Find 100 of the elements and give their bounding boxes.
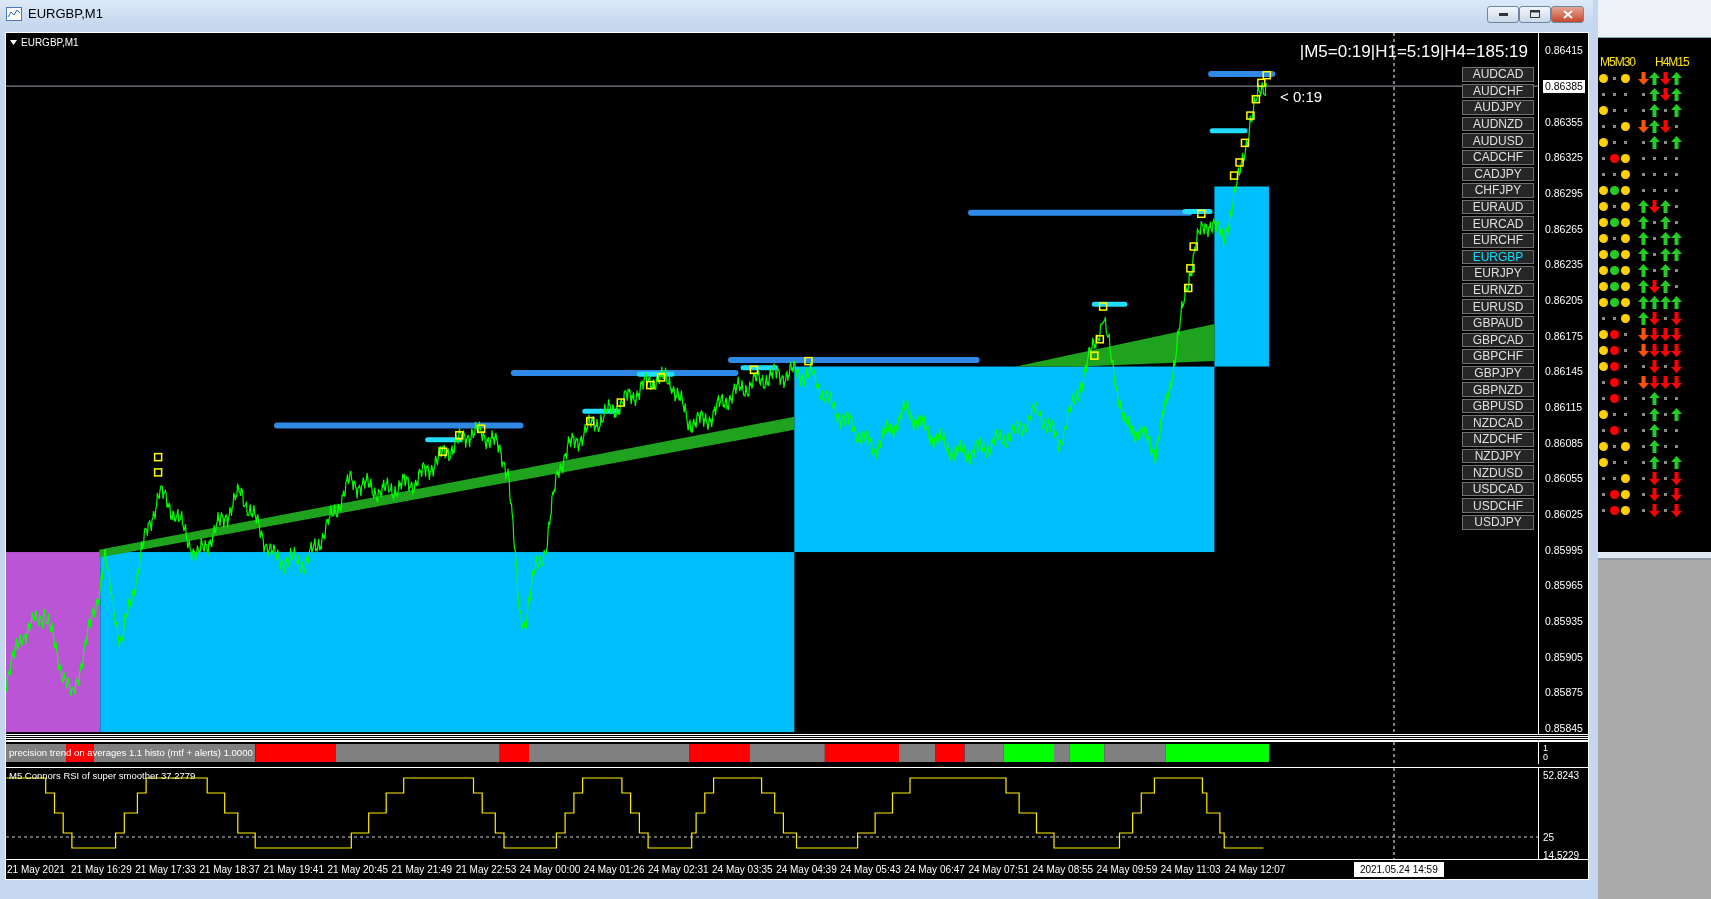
time-label: 21 May 18:37: [198, 863, 261, 877]
symbol-button[interactable]: EURNZD: [1462, 282, 1534, 298]
time-label: 21 May 17:33: [134, 863, 197, 877]
symbol-button[interactable]: EURCHF: [1462, 232, 1534, 248]
symbol-button[interactable]: GBPCHF: [1462, 349, 1534, 364]
crosshair-line: [1393, 742, 1395, 764]
symbol-button[interactable]: GBPJPY: [1462, 365, 1534, 381]
price-tick-label: 0.86175: [1544, 329, 1584, 343]
column-header: M5M30: [1600, 54, 1635, 70]
symbol-button[interactable]: AUDCHF: [1462, 83, 1534, 99]
time-label: 24 May 11:03: [1159, 863, 1222, 877]
price-tick-label: 0.85965: [1544, 579, 1584, 593]
time-label: 24 May 07:51: [967, 863, 1030, 877]
time-label: 21 May 19:41: [262, 863, 325, 877]
time-label: 21 May 22:53: [454, 863, 518, 877]
signal-marker: [438, 447, 448, 456]
signal-marker: [153, 468, 163, 477]
level-line: [582, 408, 621, 414]
price-tick-label: 0.86235: [1544, 258, 1584, 272]
time-label: 24 May 02:31: [646, 863, 710, 877]
signal-marker: [616, 398, 626, 407]
chart-window-icon: [6, 7, 22, 21]
axis-label: 25: [1543, 831, 1555, 845]
time-label: 21 May 20:45: [326, 863, 390, 877]
symbol-button[interactable]: GBPNZD: [1462, 382, 1534, 397]
symbol-button[interactable]: GBPCAD: [1462, 332, 1534, 348]
signal-marker: [1235, 158, 1244, 167]
price-tick-label: 0.86055: [1544, 472, 1584, 486]
signal-marker: [1246, 111, 1255, 120]
time-label: 24 May 03:35: [711, 863, 774, 877]
symbol-button[interactable]: CADCHF: [1462, 149, 1534, 165]
time-label: 24 May 05:43: [839, 863, 902, 877]
histogram-bar: [964, 744, 1004, 762]
signal-marker: [1095, 335, 1105, 344]
window-title: EURGBP,M1: [28, 5, 103, 24]
symbol-button[interactable]: USDCAD: [1462, 481, 1534, 497]
symbol-button[interactable]: EURAUD: [1462, 199, 1534, 215]
chart-title: EURGBP,M1: [21, 36, 79, 50]
symbol-button[interactable]: EURUSD: [1462, 299, 1534, 314]
price-tick-label: 0.85905: [1544, 650, 1584, 664]
symbol-button[interactable]: NZDUSD: [1462, 465, 1534, 480]
pane-splitter[interactable]: [6, 734, 1588, 742]
current-price-label: 0.86385: [1543, 80, 1585, 93]
price-tick-label: 0.86145: [1544, 365, 1584, 379]
price-tick-label: 0.86265: [1544, 222, 1584, 236]
symbol-button[interactable]: USDCHF: [1462, 498, 1534, 514]
price-tick-label: 0.86115: [1544, 401, 1584, 415]
symbol-button[interactable]: AUDCAD: [1462, 67, 1534, 82]
bar-timer-text: |M5=0:19|H1=5:19|H4=185:19: [1299, 41, 1528, 63]
signal-marker: [646, 380, 655, 390]
price-tick-label: 0.85995: [1544, 543, 1584, 557]
signal-marker: [1251, 94, 1261, 104]
symbol-button[interactable]: GBPUSD: [1462, 398, 1534, 414]
signal-marker: [1183, 283, 1193, 293]
symbol-button[interactable]: EURGBP: [1462, 249, 1534, 265]
level-line: [425, 437, 462, 443]
level-line: [1091, 301, 1128, 307]
price-tick-label: 0.86355: [1544, 115, 1584, 129]
price-tick-label: 0.85935: [1544, 615, 1584, 629]
symbol-button[interactable]: NZDCAD: [1462, 415, 1534, 431]
minimize-button[interactable]: [1487, 5, 1519, 23]
symbol-button[interactable]: EURJPY: [1462, 266, 1534, 281]
symbol-button[interactable]: AUDNZD: [1462, 116, 1534, 132]
signal-marker: [1197, 209, 1206, 219]
maximize-button[interactable]: [1519, 5, 1551, 23]
signal-marker: [1189, 242, 1198, 251]
axis-label: 52.8243: [1543, 769, 1580, 783]
indicator-label: M5 Connors RSI of super smoother 37.2779: [9, 769, 196, 783]
symbol-button[interactable]: AUDUSD: [1462, 133, 1534, 148]
level-line: [1208, 71, 1276, 78]
level-line: [1209, 128, 1248, 134]
time-label: 21 May 16:29: [70, 863, 133, 877]
close-icon: [1562, 9, 1573, 19]
symbol-button[interactable]: NZDJPY: [1462, 448, 1534, 464]
price-tick-label: 0.86325: [1544, 151, 1584, 165]
symbol-button[interactable]: CHFJPY: [1462, 183, 1534, 198]
time-label: 21 May 2021: [6, 863, 66, 877]
symbol-button[interactable]: NZDCHF: [1462, 432, 1534, 447]
column-header: H4M15: [1655, 54, 1689, 70]
price-tick-label: 0.85875: [1544, 686, 1584, 700]
time-label: 21 May 21:49: [390, 863, 454, 877]
close-button[interactable]: [1551, 5, 1584, 23]
symbol-button[interactable]: AUDJPY: [1462, 100, 1534, 115]
price-tick-label: 0.85845: [1544, 722, 1584, 736]
signal-marker: [1098, 302, 1108, 311]
symbol-button[interactable]: USDJPY: [1462, 515, 1534, 530]
histogram-bar: [935, 744, 965, 762]
time-label: 24 May 06:47: [903, 863, 966, 877]
price-tick-label: 0.86085: [1544, 436, 1584, 450]
time-label: 24 May 00:00: [518, 863, 582, 877]
time-label: 24 May 08:55: [1031, 863, 1095, 877]
price-tick-label: 0.86205: [1544, 294, 1584, 308]
symbol-button[interactable]: EURCAD: [1462, 216, 1534, 231]
price-tick-label: 0.86295: [1544, 187, 1584, 200]
signal-marker: [1229, 171, 1239, 180]
symbol-button[interactable]: CADJPY: [1462, 166, 1534, 182]
signal-marker: [656, 373, 666, 382]
cursor-time-label: 2021.05.24 14:59: [1353, 862, 1444, 877]
symbol-button[interactable]: GBPAUD: [1462, 315, 1534, 331]
axis-label: 14.5229: [1543, 849, 1580, 863]
